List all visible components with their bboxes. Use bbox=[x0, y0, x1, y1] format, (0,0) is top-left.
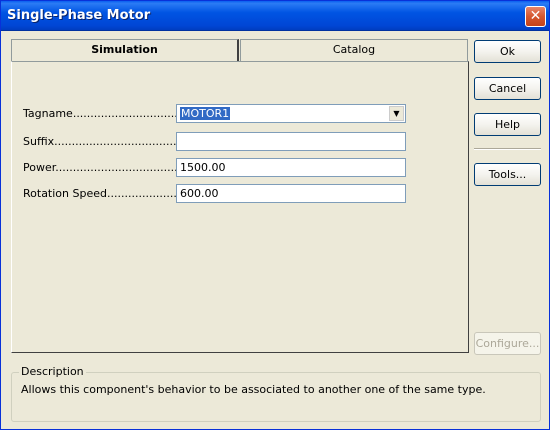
tagname-value: MOTOR1 bbox=[180, 107, 231, 120]
title-bar[interactable]: Single-Phase Motor ✕ bbox=[1, 1, 549, 31]
ok-button[interactable]: Ok bbox=[474, 40, 541, 63]
close-icon[interactable]: ✕ bbox=[525, 6, 546, 27]
dialog-window: Single-Phase Motor ✕ Simulation Catalog … bbox=[0, 0, 550, 430]
rotation-speed-input[interactable]: 600.00 bbox=[176, 184, 406, 203]
rotation-speed-label: Rotation Speed........................ bbox=[23, 187, 191, 200]
button-separator bbox=[474, 148, 541, 150]
tools-button[interactable]: Tools... bbox=[474, 163, 541, 186]
configure-button[interactable]: Configure... bbox=[474, 332, 541, 355]
tab-simulation[interactable]: Simulation bbox=[11, 39, 239, 62]
tab-catalog[interactable]: Catalog bbox=[240, 39, 468, 61]
description-group bbox=[11, 372, 541, 422]
suffix-input[interactable] bbox=[176, 132, 406, 151]
power-input[interactable]: 1500.00 bbox=[176, 158, 406, 177]
description-legend: Description bbox=[19, 365, 86, 378]
chevron-down-icon[interactable]: ▼ bbox=[389, 106, 404, 121]
cancel-button[interactable]: Cancel bbox=[474, 77, 541, 100]
window-title: Single-Phase Motor bbox=[7, 8, 151, 23]
description-text: Allows this component's behavior to be a… bbox=[21, 383, 486, 396]
tagname-combobox[interactable]: MOTOR1 ▼ bbox=[176, 104, 406, 123]
help-button[interactable]: Help bbox=[474, 113, 541, 136]
